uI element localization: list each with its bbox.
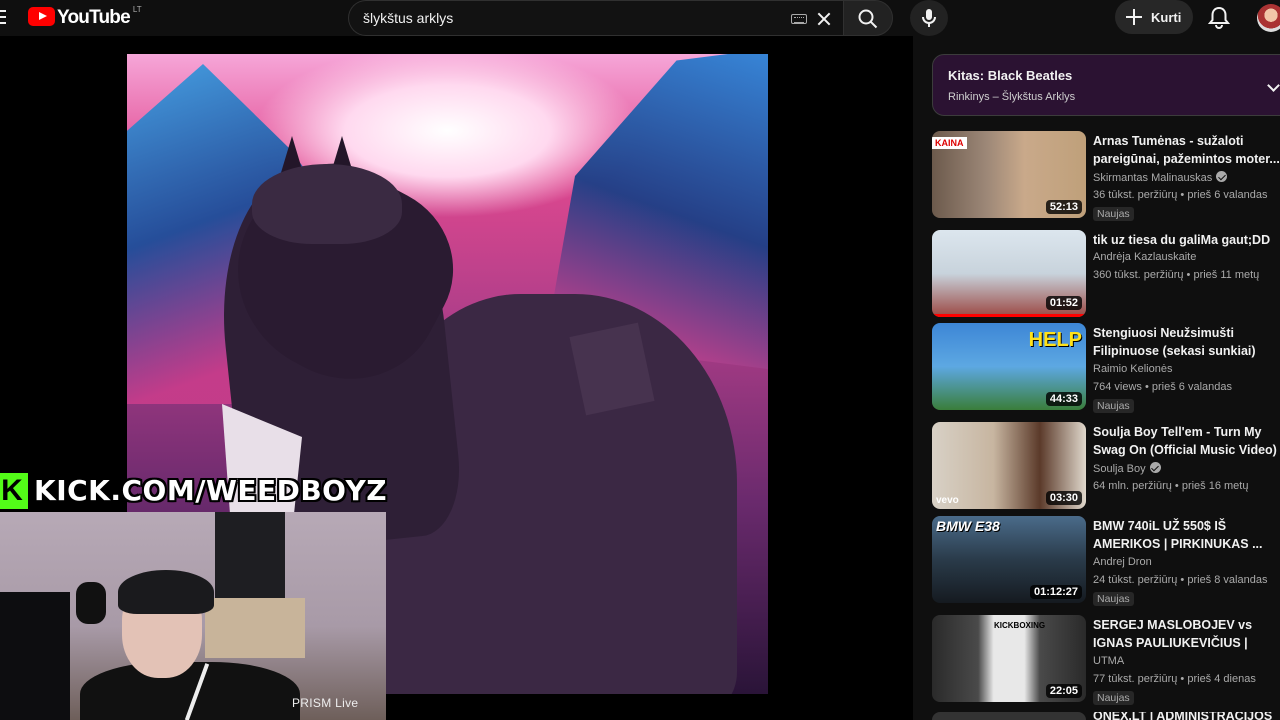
bell-icon[interactable] [1208, 6, 1230, 30]
channel-name[interactable]: UTMA [1093, 655, 1124, 667]
next-label: Kitas: Black Beatles [948, 68, 1073, 83]
kick-banner: K KICK.COM/WEEDBOYZ [0, 471, 396, 511]
recommendation-item[interactable]: KAINA 52:13 Arnas Tumėnas - sužaloti par… [932, 131, 1280, 221]
duration-badge: 01:52 [1045, 296, 1082, 310]
video-thumbnail[interactable]: BMW E38 01:12:27 [932, 516, 1086, 603]
thumbnail-text: KICKBOXING [994, 621, 1046, 630]
voice-search-button[interactable] [910, 0, 948, 36]
watch-progress-bar [932, 314, 1086, 317]
recommendation-item[interactable]: BMW E38 01:12:27 BMW 740iL UŽ 550$ IŠ AM… [932, 516, 1280, 606]
create-label: Kurti [1151, 9, 1182, 25]
search-icon [858, 9, 878, 29]
video-thumbnail[interactable]: KICKBOXING 22:05 [932, 615, 1086, 702]
video-title[interactable]: BMW 740iL UŽ 550$ IŠ AMERIKOS | PIRKINUK… [1093, 517, 1280, 553]
recommendation-item[interactable]: vevo 03:30 Soulja Boy Tell'em - Turn My … [932, 422, 1280, 512]
cam-monitor [0, 592, 70, 720]
channel-name[interactable]: Andrėja Kazlauskaite [1093, 251, 1196, 263]
youtube-logo[interactable]: YouTube LT [28, 5, 142, 28]
duration-badge: 52:13 [1045, 200, 1082, 214]
recommendation-item[interactable]: HELP 44:33 Stengiuosi Neužsimušti Filipi… [932, 323, 1280, 413]
cam-person-cap [118, 570, 214, 614]
plus-icon [1126, 9, 1142, 25]
duration-badge: 22:05 [1045, 684, 1082, 698]
webcam-overlay: PRISM Live [0, 512, 386, 720]
cam-shelf [205, 598, 305, 658]
video-title[interactable]: tik uz tiesa du galiMa gaut;DD [1093, 231, 1280, 249]
video-meta: 764 views • prieš 6 valandas [1093, 381, 1232, 393]
cam-microphone [76, 582, 106, 624]
duration-badge: 01:12:27 [1029, 585, 1082, 599]
up-next-playlist-panel[interactable]: Kitas: Black Beatles Rinkinys – Šlykštus… [932, 54, 1280, 116]
new-badge: Naujas [1093, 399, 1134, 413]
video-thumbnail[interactable] [932, 712, 1086, 720]
clear-icon[interactable] [815, 10, 833, 28]
recommendation-item[interactable]: 01:52 tik uz tiesa du galiMa gaut;DD And… [932, 230, 1280, 320]
kick-url: KICK.COM/WEEDBOYZ [34, 474, 388, 507]
account-avatar[interactable] [1257, 4, 1280, 32]
video-title[interactable]: Stengiuosi Neužsimušti Filipinuose (seka… [1093, 324, 1280, 360]
video-title[interactable]: Soulja Boy Tell'em - Turn My Swag On (Of… [1093, 423, 1280, 459]
thumbnail-text: vevo [936, 495, 959, 506]
video-thumbnail[interactable]: 01:52 [932, 230, 1086, 317]
chevron-down-icon[interactable] [1267, 79, 1280, 92]
top-bar: YouTube LT Kurti [0, 0, 1280, 36]
thumbnail-text: KAINA [932, 137, 967, 149]
video-meta: 64 mln. peržiūrų • prieš 16 metų [1093, 480, 1249, 492]
mic-icon [922, 9, 936, 27]
recommendation-item-partial[interactable]: ONEX.LT | ADMINISTRACIJOS [932, 712, 1280, 720]
youtube-logo-icon [28, 7, 55, 26]
duration-badge: 03:30 [1045, 491, 1082, 505]
channel-name[interactable]: Andrej Dron [1093, 556, 1152, 568]
channel-name[interactable]: Soulja Boy [1093, 462, 1161, 475]
artwork-flat-cap [252, 164, 402, 244]
new-badge: Naujas [1093, 592, 1134, 606]
channel-name[interactable]: Skirmantas Malinauskas [1093, 171, 1228, 184]
video-title[interactable]: ONEX.LT | ADMINISTRACIJOS [1093, 712, 1272, 720]
search-input[interactable] [363, 7, 783, 29]
search-button[interactable] [843, 0, 893, 36]
video-title[interactable]: SERGEJ MASLOBOJEV vs IGNAS PAULIUKEVIČIU… [1093, 616, 1280, 652]
channel-name[interactable]: Raimio Kelionės [1093, 363, 1172, 375]
keyboard-icon[interactable] [791, 14, 807, 24]
logo-text: YouTube [57, 7, 131, 28]
video-meta: 360 tūkst. peržiūrų • prieš 11 metų [1093, 269, 1260, 281]
video-thumbnail[interactable]: vevo 03:30 [932, 422, 1086, 509]
duration-badge: 44:33 [1045, 392, 1082, 406]
playlist-name: Rinkinys – Šlykštus Arklys [948, 91, 1076, 103]
verified-icon [1149, 462, 1161, 473]
cam-tv [215, 512, 285, 598]
video-meta: 77 tūkst. peržiūrų • prieš 4 dienas [1093, 673, 1256, 685]
video-meta: 36 tūkst. peržiūrų • prieš 6 valandas [1093, 189, 1268, 201]
search-box [348, 0, 843, 36]
country-code: LT [132, 5, 142, 14]
video-thumbnail[interactable]: HELP 44:33 [932, 323, 1086, 410]
recommendation-item[interactable]: KICKBOXING 22:05 SERGEJ MASLOBOJEV vs IG… [932, 615, 1280, 705]
kick-logo-icon: K [0, 473, 28, 509]
thumbnail-text: HELP [1028, 329, 1082, 351]
video-meta: 24 tūkst. peržiūrų • prieš 8 valandas [1093, 574, 1268, 586]
verified-icon [1216, 171, 1228, 182]
prism-watermark: PRISM Live [292, 696, 359, 710]
thumbnail-text: BMW E38 [936, 518, 1000, 534]
new-badge: Naujas [1093, 691, 1134, 705]
create-button[interactable]: Kurti [1115, 0, 1193, 34]
new-badge: Naujas [1093, 207, 1134, 221]
video-title[interactable]: Arnas Tumėnas - sužaloti pareigūnai, paž… [1093, 132, 1280, 168]
menu-icon[interactable] [0, 10, 6, 24]
video-thumbnail[interactable]: KAINA 52:13 [932, 131, 1086, 218]
